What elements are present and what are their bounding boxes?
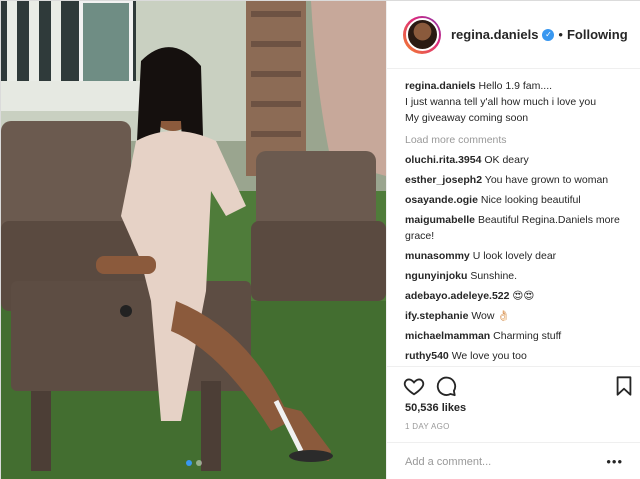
likes-count[interactable]: 50,536 likes <box>405 402 466 414</box>
carousel-dot <box>195 460 202 466</box>
comment-username[interactable]: ify.stephanie <box>405 310 468 322</box>
carousel-indicator <box>1 460 386 466</box>
header-separator: • <box>558 27 563 42</box>
comments-list[interactable]: regina.daniels Hello 1.9 fam.... I just w… <box>387 70 640 366</box>
comment-item: michaelmamman Charming stuff <box>405 328 623 344</box>
comment-icon[interactable] <box>435 375 457 397</box>
comment-item: osayande.ogie Nice looking beautiful <box>405 192 623 208</box>
comment-username[interactable]: oluchi.rita.3954 <box>405 154 481 166</box>
comment-item: ruthy540 We love you too <box>405 348 623 364</box>
header-username[interactable]: regina.daniels <box>451 27 538 42</box>
comment-username[interactable]: adebayo.adeleye.522 <box>405 290 509 302</box>
action-bar <box>387 366 640 406</box>
add-comment-bar: ••• <box>387 442 640 479</box>
comment-username[interactable]: osayande.ogie <box>405 194 478 206</box>
carousel-dot-active <box>185 460 192 466</box>
caption-username[interactable]: regina.daniels <box>405 80 476 92</box>
more-options-icon[interactable]: ••• <box>606 454 623 469</box>
comment-username[interactable]: ruthy540 <box>405 350 449 362</box>
comment-text: We love you too <box>451 350 527 362</box>
heart-icon[interactable] <box>403 375 425 397</box>
comment-text: 😍😍 <box>512 290 535 302</box>
comment-text: Sunshine. <box>470 270 518 282</box>
avatar-image <box>405 18 439 51</box>
post-side-panel: regina.daniels ✓ • Following regina.dani… <box>386 1 640 479</box>
comment-text: Charming stuff <box>493 330 562 342</box>
comment-item: ify.stephanie Wow 👌🏻 <box>405 308 623 324</box>
comment-text: OK deary <box>484 154 529 166</box>
avatar[interactable] <box>403 15 441 54</box>
post-header: regina.daniels ✓ • Following <box>387 1 640 69</box>
comment-item: ngunyinjoku Sunshine. <box>405 268 623 284</box>
bookmark-icon[interactable] <box>613 375 635 397</box>
load-more-comments-button[interactable]: Load more comments <box>405 132 623 148</box>
comment-username[interactable]: michaelmamman <box>405 330 490 342</box>
comment-item: oluchi.rita.3954 OK deary <box>405 152 623 168</box>
comment-username[interactable]: munasommy <box>405 250 470 262</box>
comment-item: maigumabelle Beautiful Regina.Daniels mo… <box>405 212 623 244</box>
verified-badge-icon: ✓ <box>542 28 555 41</box>
comment-username[interactable]: esther_joseph2 <box>405 174 482 186</box>
add-comment-input[interactable] <box>405 455 605 468</box>
comment-items: oluchi.rita.3954 OK deary esther_joseph2 … <box>405 152 623 366</box>
comment-text: You have grown to woman <box>484 174 609 186</box>
post-modal: regina.daniels ✓ • Following regina.dani… <box>0 0 640 479</box>
photo-illustration <box>1 1 386 479</box>
following-button[interactable]: Following <box>567 27 628 42</box>
post-photo[interactable] <box>1 1 386 479</box>
comment-item: munasommy U look lovely dear <box>405 248 623 264</box>
comment-username[interactable]: maigumabelle <box>405 214 475 226</box>
post-timestamp[interactable]: 1 DAY AGO <box>405 422 450 431</box>
comment-text: Nice looking beautiful <box>480 194 581 206</box>
comment-item: esther_joseph2 You have grown to woman <box>405 172 623 188</box>
comment-text: U look lovely dear <box>472 250 557 262</box>
comment-text: Wow 👌🏻 <box>471 310 511 322</box>
comment-username[interactable]: ngunyinjoku <box>405 270 467 282</box>
post-caption: regina.daniels Hello 1.9 fam.... I just w… <box>405 78 623 126</box>
comment-item: adebayo.adeleye.522 😍😍 <box>405 288 623 304</box>
